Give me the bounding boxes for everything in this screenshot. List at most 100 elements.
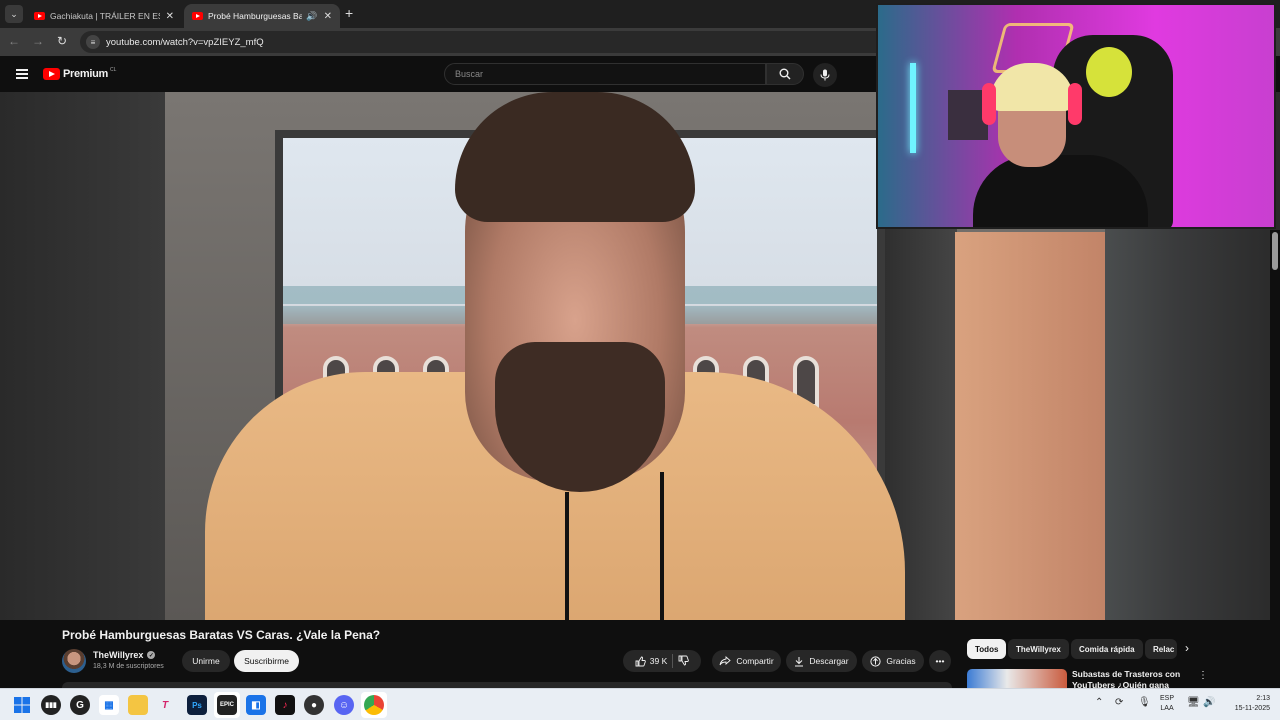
- chip-todos[interactable]: Todos: [967, 639, 1007, 659]
- chair-logo: [1086, 47, 1132, 97]
- search-icon: [779, 68, 791, 80]
- chrome-icon[interactable]: [364, 695, 384, 715]
- join-label: Unirme: [192, 656, 220, 666]
- thumbs-up-icon: [635, 656, 646, 666]
- address-bar[interactable]: ≡ youtube.com/watch?v=vpZIEYZ_mfQ: [80, 31, 920, 53]
- microphone-tray-icon[interactable]: 🎙: [1138, 697, 1151, 708]
- download-icon: [795, 656, 804, 666]
- share-icon: [719, 656, 732, 666]
- scrollbar-thumb[interactable]: [1272, 232, 1278, 270]
- search-input[interactable]: Buscar: [444, 63, 766, 85]
- thanks-label: Gracias: [886, 656, 916, 666]
- chevron-right-icon[interactable]: ›: [1185, 641, 1189, 655]
- tab-probe-hamburguesas[interactable]: Probé Hamburguesas Barat 🔊 ✕: [184, 4, 340, 28]
- speaker-icon[interactable]: 🔊: [306, 11, 317, 22]
- chip-thewillyrex[interactable]: TheWillyrex: [1008, 639, 1069, 659]
- file-explorer-icon[interactable]: [128, 695, 148, 715]
- microphone-icon: [820, 69, 830, 81]
- photoshop-icon[interactable]: Ps: [187, 695, 207, 715]
- like-dislike-group: 39 K: [623, 650, 701, 672]
- tab-search-dropdown-icon[interactable]: ⌄: [5, 5, 23, 23]
- youtube-favicon-icon: [34, 12, 45, 20]
- sync-icon[interactable]: ⟳: [1115, 697, 1123, 708]
- channel-avatar[interactable]: [62, 649, 86, 673]
- tab-title: Gachiakuta | TRÁILER EN ESPAÑ: [50, 11, 160, 21]
- wall: [955, 232, 1105, 620]
- more-dots-icon: •••: [935, 656, 945, 666]
- discord-icon[interactable]: ☺: [334, 695, 354, 715]
- subscribe-label: Suscribirme: [244, 656, 289, 666]
- dislike-button[interactable]: [678, 655, 690, 668]
- app-icon-3[interactable]: ▦: [99, 695, 119, 715]
- download-label: Descargar: [809, 656, 849, 666]
- page-scrollbar[interactable]: [1270, 230, 1280, 620]
- like-button[interactable]: 39 K: [635, 656, 668, 667]
- related-video-thumbnail[interactable]: [967, 669, 1067, 688]
- windows-start-icon[interactable]: [12, 695, 32, 715]
- subscriber-count: 18,3 M de suscriptores: [93, 663, 164, 670]
- chip-label: Comida rápida: [1079, 644, 1135, 654]
- app-icon-8[interactable]: ◧: [246, 695, 266, 715]
- tiktok-icon[interactable]: ♪: [275, 695, 295, 715]
- verified-icon: ✓: [147, 651, 156, 659]
- back-arrow-icon[interactable]: ←: [6, 34, 22, 48]
- like-count: 39 K: [649, 656, 668, 666]
- person-hair: [455, 92, 695, 222]
- windows-taskbar: ▮▮▮ G ▦ T Ps EPIC ◧ ♪ ● ☺ ⌃ ⟳ 🎙 ESP LAA …: [0, 688, 1280, 720]
- url-text: youtube.com/watch?v=vpZIEYZ_mfQ: [106, 36, 264, 48]
- clock-time: 2:13: [1256, 695, 1270, 702]
- video-info-area: Probé Hamburguesas Baratas VS Caras. ¿Va…: [0, 620, 1280, 688]
- language-indicator[interactable]: ESP LAA: [1160, 694, 1174, 714]
- reload-icon[interactable]: ↻: [54, 34, 70, 48]
- related-video-title[interactable]: Subastas de Trasteros con YouTubers ¿Qui…: [1072, 669, 1192, 688]
- chip-relacionados[interactable]: Relac: [1145, 639, 1177, 659]
- g-app-icon[interactable]: G: [70, 695, 90, 715]
- logo-text: Premium: [63, 68, 108, 80]
- epic-games-icon[interactable]: EPIC: [217, 695, 237, 715]
- logo-country-code: CL: [109, 67, 117, 73]
- tab-close-icon[interactable]: ✕: [166, 11, 174, 22]
- channel-name-link[interactable]: TheWillyrex ✓: [93, 650, 156, 660]
- clock-date: 15-11-2025: [1234, 705, 1270, 712]
- streamer-facecam-overlay: [876, 3, 1276, 229]
- search-placeholder: Buscar: [455, 69, 484, 79]
- vertical-dots-icon[interactable]: ⋮: [1198, 670, 1208, 681]
- chip-label: Todos: [975, 644, 999, 654]
- video-title: Probé Hamburguesas Baratas VS Caras. ¿Va…: [62, 628, 381, 642]
- share-button[interactable]: Compartir: [712, 650, 781, 672]
- video-ambient-left: [0, 92, 165, 620]
- thanks-button[interactable]: Gracias: [862, 650, 924, 672]
- search-button[interactable]: [766, 63, 804, 85]
- new-tab-icon[interactable]: +: [345, 5, 353, 21]
- thumbs-down-icon: [678, 655, 690, 665]
- language-code: ESP: [1160, 695, 1175, 702]
- app-icon-10[interactable]: ●: [304, 695, 324, 715]
- volume-icon[interactable]: 🔊: [1203, 697, 1215, 708]
- youtube-logo-icon: [43, 68, 60, 80]
- tab-close-icon[interactable]: ✕: [324, 11, 332, 22]
- super-thanks-icon: [870, 655, 881, 667]
- youtube-favicon-icon: [192, 12, 203, 20]
- menu-icon[interactable]: [16, 69, 28, 81]
- t-app-icon[interactable]: T: [155, 695, 175, 715]
- tab-title: Probé Hamburguesas Barat: [208, 11, 303, 21]
- join-button[interactable]: Unirme: [182, 650, 230, 672]
- network-icon[interactable]: 🖥: [1187, 697, 1200, 708]
- clock[interactable]: 2:13 15-11-2025: [1222, 694, 1270, 714]
- channel-name: TheWillyrex: [93, 650, 144, 660]
- youtube-premium-logo[interactable]: Premium CL: [43, 67, 117, 80]
- chevron-up-icon[interactable]: ⌃: [1095, 697, 1103, 708]
- chip-label: Relac: [1153, 644, 1175, 654]
- site-settings-icon[interactable]: ≡: [86, 35, 100, 49]
- download-button[interactable]: Descargar: [786, 650, 857, 672]
- forward-arrow-icon[interactable]: →: [30, 34, 46, 48]
- chip-comida-rapida[interactable]: Comida rápida: [1071, 639, 1143, 659]
- voice-search-button[interactable]: [813, 63, 837, 87]
- more-actions-button[interactable]: •••: [929, 650, 951, 672]
- app-icon-1[interactable]: ▮▮▮: [41, 695, 61, 715]
- subscribe-button[interactable]: Suscribirme: [234, 650, 299, 672]
- tab-gachiakuta[interactable]: Gachiakuta | TRÁILER EN ESPAÑ ✕: [26, 4, 182, 28]
- region-code: LAA: [1160, 705, 1174, 712]
- share-label: Compartir: [736, 656, 774, 666]
- chip-label: TheWillyrex: [1016, 644, 1061, 654]
